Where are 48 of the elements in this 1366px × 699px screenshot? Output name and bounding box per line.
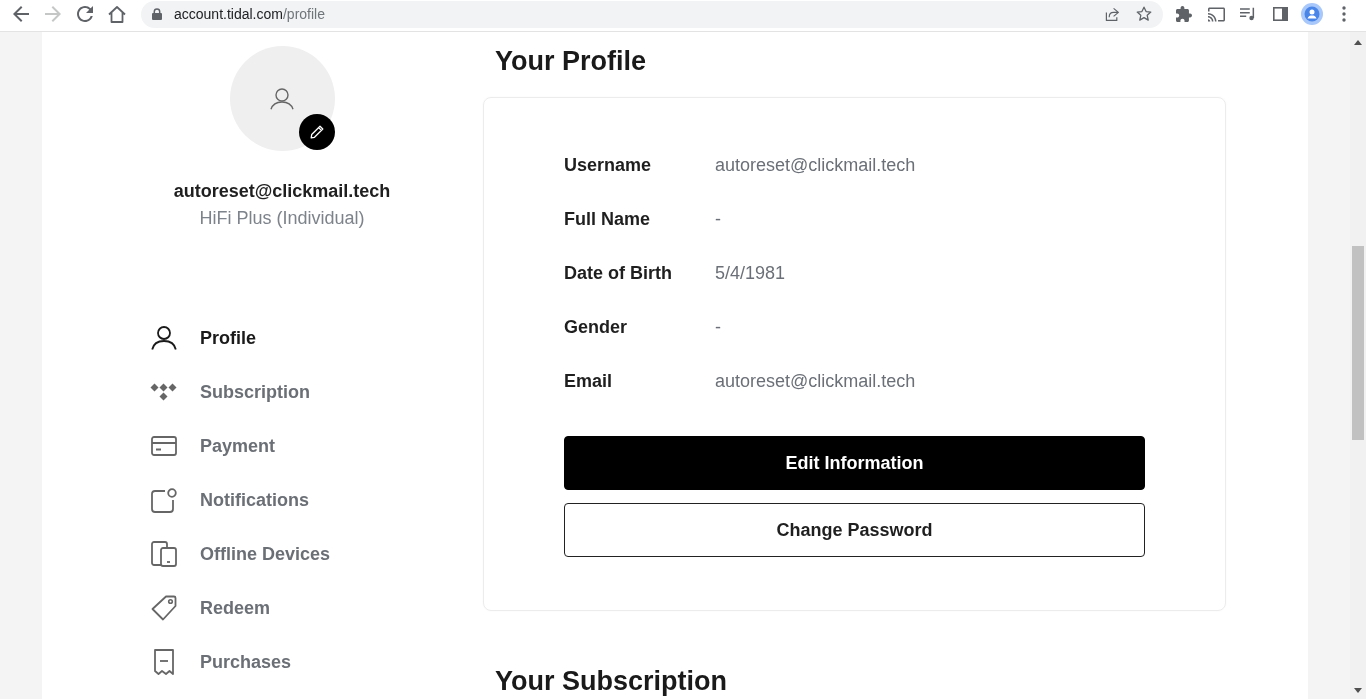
devices-icon — [150, 541, 177, 567]
field-value: - — [715, 208, 721, 230]
notification-icon — [150, 487, 177, 513]
sidebar-item[interactable]: Subscription — [150, 365, 414, 419]
change-password-button[interactable]: Change Password — [564, 503, 1145, 557]
field-value: autoreset@clickmail.tech — [715, 154, 916, 176]
lock-icon[interactable] — [152, 8, 162, 20]
tag-icon — [150, 595, 177, 621]
cast-icon[interactable] — [1207, 6, 1225, 22]
field-label: Gender — [564, 316, 629, 338]
back-arrow-icon[interactable] — [13, 6, 29, 22]
field-label: Full Name — [564, 208, 652, 230]
sidebar-item[interactable]: Notifications — [150, 473, 414, 527]
sidebar-item[interactable]: Purchases — [150, 635, 414, 689]
sidebar-item[interactable]: Payment — [150, 419, 414, 473]
section-heading: Your Subscription — [495, 665, 728, 697]
sidebar-item[interactable]: Redeem — [150, 581, 414, 635]
receipt-icon — [152, 649, 175, 675]
address-bar[interactable]: account.tidal.com/profile — [141, 0, 1163, 28]
profile-avatar-icon[interactable] — [1301, 3, 1323, 25]
field-label: Username — [564, 154, 653, 176]
credit-card-icon — [150, 436, 177, 456]
field-value: autoreset@clickmail.tech — [715, 370, 916, 392]
field-value: 5/4/1981 — [715, 262, 786, 284]
home-icon[interactable] — [108, 5, 126, 23]
sidebar-item[interactable]: Profile — [150, 311, 414, 365]
menu-icon[interactable] — [1342, 6, 1346, 22]
scroll-up-icon[interactable] — [1354, 40, 1362, 45]
section-heading: Your Profile — [495, 45, 648, 77]
scrollbar-thumb[interactable] — [1352, 246, 1364, 440]
account-email: autoreset@clickmail.tech — [173, 180, 391, 202]
side-panel-icon[interactable] — [1272, 7, 1288, 21]
edit-information-button[interactable]: Edit Information — [564, 436, 1145, 490]
playlist-music-icon[interactable] — [1240, 7, 1256, 21]
share-icon[interactable] — [1104, 6, 1120, 22]
person-icon — [270, 87, 294, 110]
field-value: - — [715, 316, 721, 338]
star-icon[interactable] — [1136, 6, 1152, 22]
pencil-icon — [309, 125, 324, 139]
person-icon — [150, 326, 177, 350]
field-label: Date of Birth — [564, 262, 673, 284]
puzzle-piece-icon[interactable] — [1176, 6, 1192, 22]
subscription-plan: HiFi Plus (Individual) — [199, 207, 365, 229]
diamonds-icon — [150, 383, 177, 401]
field-label: Email — [564, 370, 614, 392]
sidebar-item[interactable]: Offline Devices — [150, 527, 414, 581]
reload-icon[interactable] — [77, 6, 93, 22]
scroll-down-icon[interactable] — [1354, 688, 1362, 693]
